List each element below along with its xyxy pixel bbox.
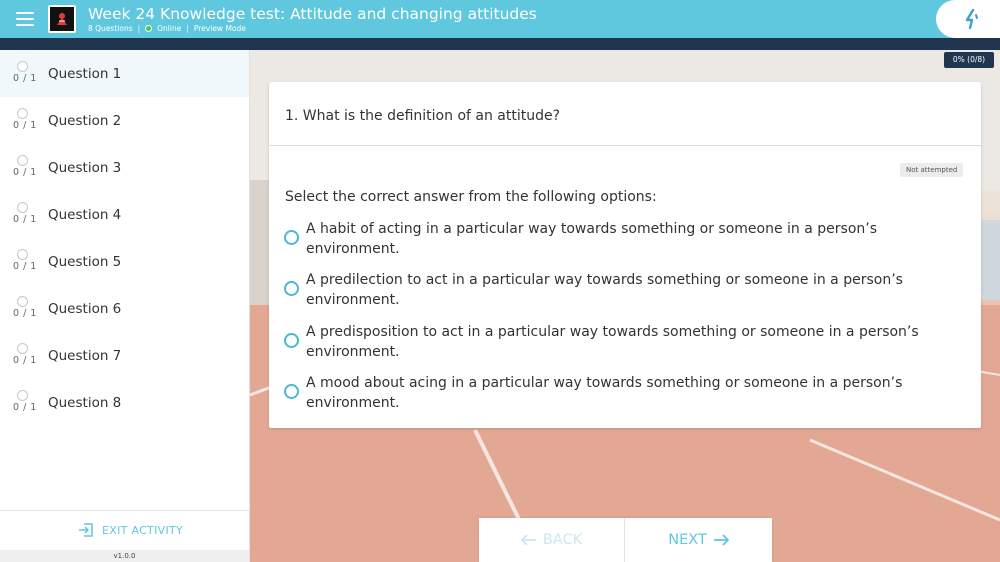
question-label: Question 7 bbox=[48, 348, 122, 364]
question-sidebar: 0 / 1 Question 1 0 / 1 Question 2 0 / 1 … bbox=[0, 50, 250, 562]
question-score: 0 / 1 bbox=[13, 120, 37, 131]
question-status-icon bbox=[17, 155, 28, 166]
online-status-icon bbox=[145, 25, 153, 32]
activity-meta: 8 Questions | Online | Preview Mode bbox=[88, 24, 246, 33]
answer-option-text: A habit of acting in a particular way to… bbox=[306, 221, 878, 257]
exit-icon bbox=[79, 523, 93, 537]
sidebar-item-question-4[interactable]: 0 / 1 Question 4 bbox=[0, 191, 249, 238]
sidebar-item-question-8[interactable]: 0 / 1 Question 8 bbox=[0, 379, 249, 426]
sidebar-item-question-7[interactable]: 0 / 1 Question 7 bbox=[0, 332, 249, 379]
hamburger-menu-icon[interactable] bbox=[16, 12, 34, 26]
question-card: 1. What is the definition of an attitude… bbox=[269, 82, 981, 428]
question-count: 8 Questions bbox=[88, 24, 133, 33]
exit-activity-button[interactable]: EXIT ACTIVITY bbox=[78, 523, 183, 537]
question-score: 0 / 1 bbox=[13, 355, 37, 366]
answer-option-text: A mood about acing in a particular way t… bbox=[306, 375, 903, 411]
question-navigation: BACK NEXT bbox=[479, 518, 772, 562]
sidebar-item-question-5[interactable]: 0 / 1 Question 5 bbox=[0, 238, 249, 285]
next-button[interactable]: NEXT bbox=[625, 518, 772, 562]
question-score: 0 / 1 bbox=[13, 214, 37, 225]
question-status-icon bbox=[17, 249, 28, 260]
question-label: Question 3 bbox=[48, 160, 122, 176]
sidebar-item-question-6[interactable]: 0 / 1 Question 6 bbox=[0, 285, 249, 332]
answer-option-3[interactable]: A predisposition to act in a particular … bbox=[284, 323, 964, 363]
question-title: 1. What is the definition of an attitude… bbox=[285, 108, 561, 124]
arrow-right-icon bbox=[713, 534, 729, 546]
question-score: 0 / 1 bbox=[13, 402, 37, 413]
next-label: NEXT bbox=[668, 532, 707, 548]
radio-button[interactable] bbox=[284, 384, 299, 399]
question-label: Question 2 bbox=[48, 113, 122, 129]
back-label: BACK bbox=[542, 532, 583, 548]
question-status-icon bbox=[17, 61, 28, 72]
question-score: 0 / 1 bbox=[13, 308, 37, 319]
divider bbox=[269, 145, 981, 146]
answer-option-1[interactable]: A habit of acting in a particular way to… bbox=[284, 220, 964, 260]
question-label: Question 6 bbox=[48, 301, 122, 317]
question-status-icon bbox=[17, 108, 28, 119]
question-status-icon bbox=[17, 390, 28, 401]
app-header: Week 24 Knowledge test: Attitude and cha… bbox=[0, 0, 1000, 38]
answer-option-2[interactable]: A predilection to act in a particular wa… bbox=[284, 271, 964, 311]
question-label: Question 8 bbox=[48, 395, 122, 411]
status-badge: Not attempted bbox=[900, 163, 964, 177]
question-score: 0 / 1 bbox=[13, 167, 37, 178]
sidebar-item-question-3[interactable]: 0 / 1 Question 3 bbox=[0, 144, 249, 191]
arrow-left-icon bbox=[520, 534, 536, 546]
question-score: 0 / 1 bbox=[13, 261, 37, 272]
meta-separator: | bbox=[186, 24, 189, 33]
question-label: Question 5 bbox=[48, 254, 122, 270]
question-instructions: Select the correct answer from the follo… bbox=[285, 189, 657, 205]
online-status: Online bbox=[157, 24, 182, 33]
question-score: 0 / 1 bbox=[13, 73, 37, 84]
answer-option-text: A predilection to act in a particular wa… bbox=[306, 272, 903, 308]
question-status-icon bbox=[17, 296, 28, 307]
sidebar-item-question-1[interactable]: 0 / 1 Question 1 bbox=[0, 50, 249, 97]
answer-option-text: A predisposition to act in a particular … bbox=[306, 324, 919, 360]
question-label: Question 4 bbox=[48, 207, 122, 223]
radio-button[interactable] bbox=[284, 281, 299, 296]
question-label: Question 1 bbox=[48, 66, 122, 82]
meta-separator: | bbox=[137, 24, 141, 33]
back-button[interactable]: BACK bbox=[479, 518, 624, 562]
sidebar-item-question-2[interactable]: 0 / 1 Question 2 bbox=[0, 97, 249, 144]
brand-logo-icon bbox=[936, 0, 1000, 38]
header-strip bbox=[0, 38, 1000, 50]
question-status-icon bbox=[17, 202, 28, 213]
exit-activity-label: EXIT ACTIVITY bbox=[102, 523, 184, 537]
answer-option-4[interactable]: A mood about acing in a particular way t… bbox=[284, 374, 964, 414]
preview-mode-label: Preview Mode bbox=[193, 24, 246, 33]
sidebar-footer: EXIT ACTIVITY bbox=[0, 510, 249, 550]
radio-button[interactable] bbox=[284, 230, 299, 245]
course-logo-icon bbox=[48, 5, 76, 33]
version-label: v1.0.0 bbox=[0, 550, 249, 562]
page-title: Week 24 Knowledge test: Attitude and cha… bbox=[88, 5, 537, 23]
question-status-icon bbox=[17, 343, 28, 354]
radio-button[interactable] bbox=[284, 333, 299, 348]
progress-indicator: 0% (0/8) bbox=[944, 52, 994, 68]
